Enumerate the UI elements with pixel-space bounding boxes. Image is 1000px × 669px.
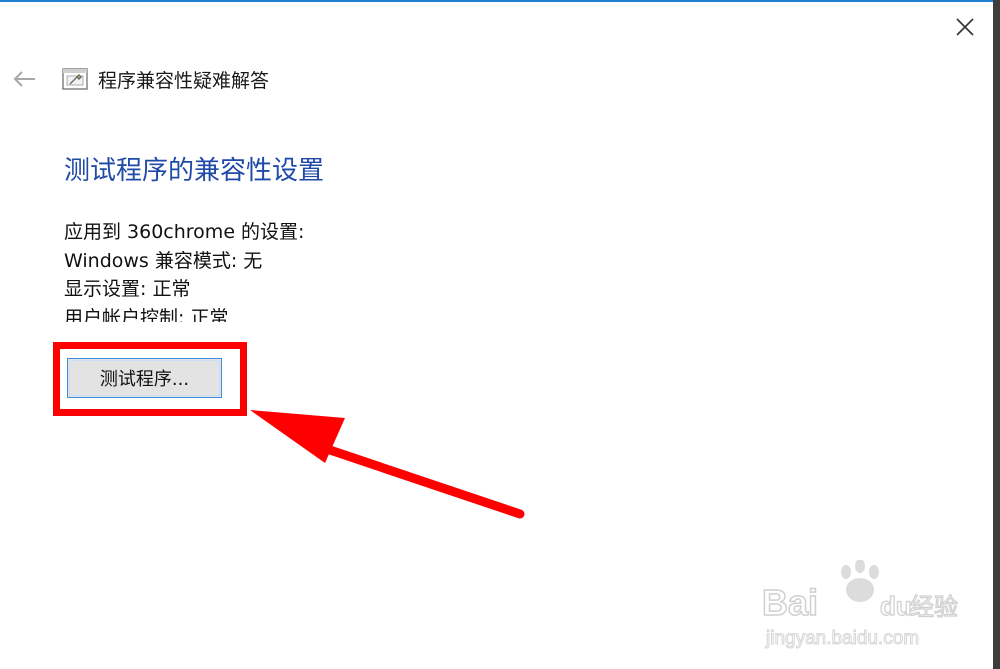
troubleshooter-icon bbox=[62, 68, 88, 90]
close-icon bbox=[956, 18, 974, 36]
back-button[interactable] bbox=[8, 64, 40, 94]
window-right-edge bbox=[993, 0, 1000, 669]
back-arrow-icon bbox=[13, 71, 35, 87]
window-top-border bbox=[0, 0, 1000, 2]
uac-text: 用户帐户控制: 正常 bbox=[64, 306, 229, 323]
annotation-highlight-box bbox=[53, 342, 247, 416]
watermark-url: jingyan.baidu.com bbox=[765, 628, 919, 649]
watermark-product: 经验 bbox=[910, 593, 958, 621]
display-settings-text: 显示设置: 正常 bbox=[64, 278, 191, 300]
window-title: 程序兼容性疑难解答 bbox=[98, 70, 270, 92]
watermark-brand-du: du bbox=[880, 591, 912, 621]
baidu-watermark: Bai du 经验 jingyan.baidu.com bbox=[761, 560, 959, 650]
watermark-brand: Bai bbox=[762, 582, 818, 623]
applied-to-text: 应用到 360chrome 的设置: bbox=[64, 221, 305, 243]
compat-mode-text: Windows 兼容模式: 无 bbox=[64, 249, 263, 272]
settings-details: 应用到 360chrome 的设置: Windows 兼容模式: 无 显示设置:… bbox=[64, 218, 304, 322]
close-button[interactable] bbox=[946, 10, 984, 44]
page-heading: 测试程序的兼容性设置 bbox=[64, 156, 325, 186]
